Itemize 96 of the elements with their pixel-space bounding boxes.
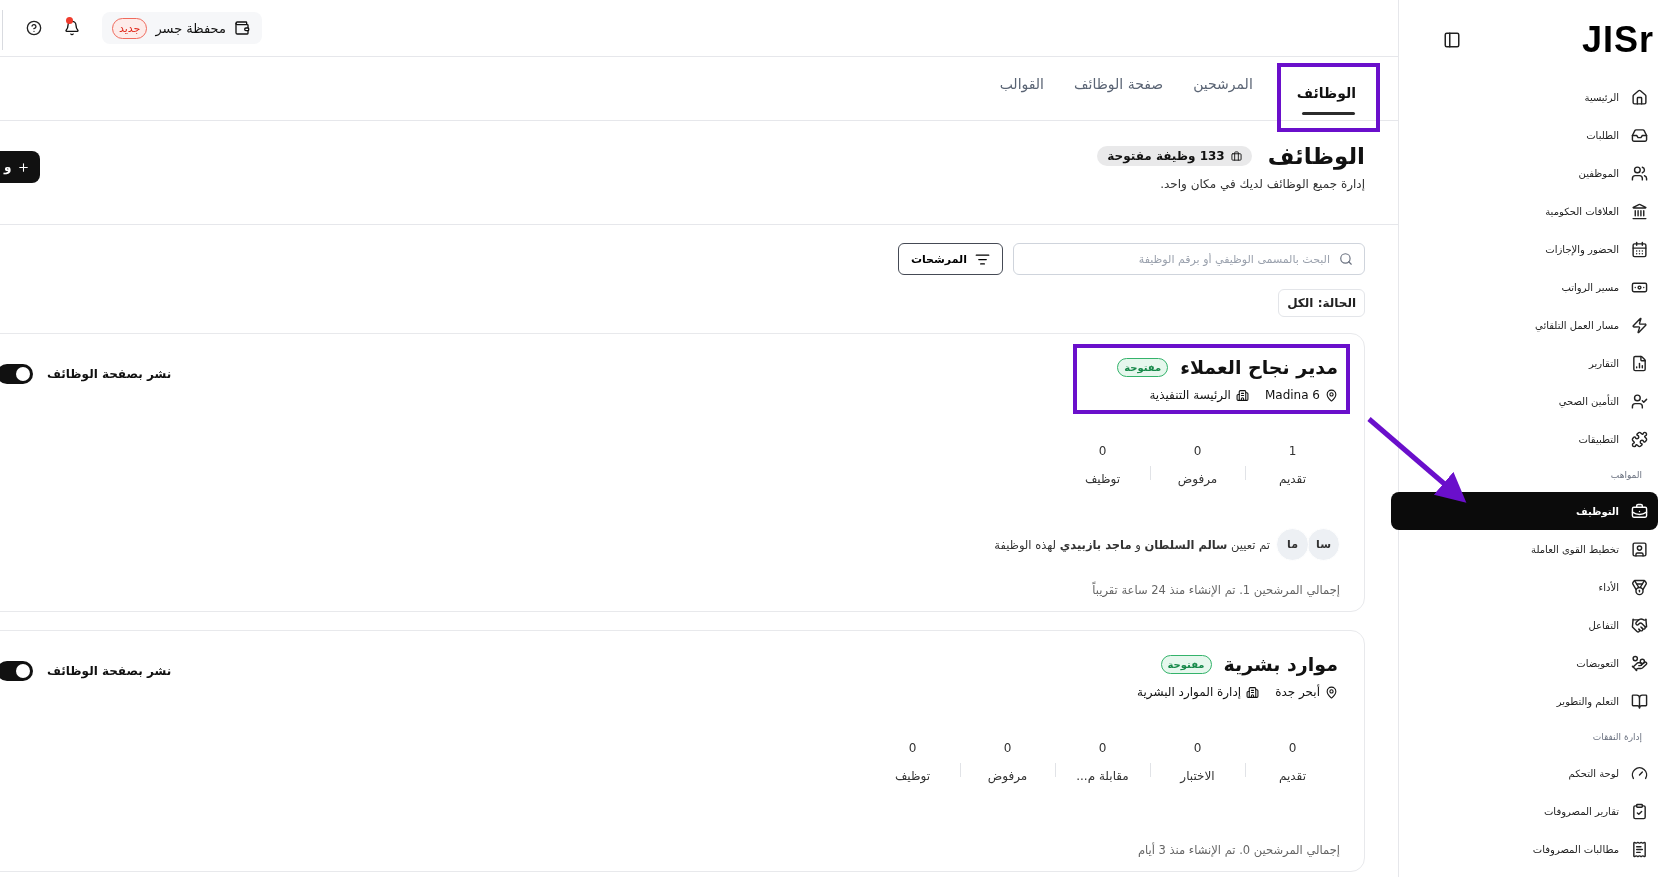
book-icon bbox=[1631, 692, 1648, 710]
sidebar-item[interactable]: مسير الرواتب bbox=[1399, 268, 1658, 306]
stage-count: 0 bbox=[1003, 741, 1012, 755]
sidebar-item[interactable]: التعويضات bbox=[1399, 644, 1658, 682]
bank-icon bbox=[1631, 202, 1648, 220]
job-summary: إجمالي المرشحين 0. تم الإنشاء منذ 3 أيام bbox=[1137, 843, 1340, 857]
new-job-button[interactable]: و bbox=[0, 151, 41, 183]
stage-label: مرفوض bbox=[987, 769, 1028, 783]
puzzle-icon bbox=[1631, 430, 1648, 448]
plus-icon bbox=[17, 160, 31, 174]
wallet-label: محفظة جسر bbox=[155, 20, 226, 36]
sidebar-item[interactable]: التطبيقات bbox=[1399, 420, 1658, 458]
publish-toggle[interactable] bbox=[0, 364, 33, 384]
job-department: إدارة الموارد البشرية bbox=[1137, 685, 1242, 699]
tab[interactable]: صفحة الوظائف bbox=[1072, 57, 1166, 120]
medal-icon bbox=[1631, 578, 1648, 596]
clipboard-check-icon bbox=[1631, 802, 1648, 820]
sidebar-item[interactable]: التفاعل bbox=[1399, 606, 1658, 644]
stage-count: 0 bbox=[1098, 741, 1107, 755]
job-title[interactable]: مدير نجاح العملاء bbox=[1180, 356, 1338, 378]
gauge-icon bbox=[1631, 764, 1648, 782]
calendar-icon bbox=[1631, 240, 1648, 258]
stage-label: توظيف bbox=[894, 769, 931, 783]
tab[interactable]: القوالب bbox=[997, 57, 1046, 120]
stage-label: تقديم bbox=[1279, 769, 1307, 783]
job-location: أبحر جدة bbox=[1275, 685, 1320, 699]
sidebar-item[interactable]: تخطيط القوى العاملة bbox=[1399, 530, 1658, 568]
handshake-icon bbox=[1631, 616, 1648, 634]
sidebar-item[interactable]: لوحة التحكم bbox=[1399, 754, 1658, 792]
tab[interactable]: المرشحين bbox=[1191, 57, 1255, 120]
sidebar-item[interactable]: الرئيسية bbox=[1399, 78, 1658, 116]
location-pin-icon bbox=[1325, 388, 1338, 402]
sidebar-item[interactable]: التأمين الصحي bbox=[1399, 382, 1658, 420]
house-icon bbox=[1631, 88, 1648, 106]
sidebar-section-heading: المواهب bbox=[1609, 469, 1643, 482]
page-subtitle: إدارة جميع الوظائف لديك في مكان واحد. bbox=[1159, 177, 1365, 191]
search-icon bbox=[1339, 252, 1353, 266]
wallet-button[interactable]: محفظة جسر جديد bbox=[102, 12, 262, 44]
lightning-icon bbox=[1631, 316, 1648, 334]
avatar: ما bbox=[1276, 528, 1309, 561]
logo: JISr bbox=[1581, 19, 1654, 61]
panel-toggle-icon[interactable] bbox=[1443, 31, 1461, 49]
job-department: الرئيسة التنفيذية bbox=[1149, 388, 1231, 402]
stage-label: توظيف bbox=[1084, 472, 1121, 486]
new-badge: جديد bbox=[112, 17, 148, 39]
location-pin-icon bbox=[1325, 685, 1338, 699]
publish-toggle[interactable] bbox=[0, 661, 33, 681]
stage-count: 0 bbox=[1288, 741, 1297, 755]
sidebar-item[interactable]: الأداء bbox=[1399, 568, 1658, 606]
stage-label: مقابلة م... bbox=[1076, 769, 1129, 783]
filters-button[interactable]: المرشحات bbox=[897, 243, 1003, 275]
user-card-icon bbox=[1631, 540, 1648, 558]
briefcase-icon bbox=[1631, 502, 1648, 520]
sidebar-item[interactable]: مطالبات المصروفات bbox=[1399, 830, 1658, 868]
job-location: Madina 6 bbox=[1264, 388, 1320, 402]
stage-label: الاختبار bbox=[1180, 769, 1215, 783]
sidebar-item[interactable]: العلاقات الحكومية bbox=[1399, 192, 1658, 230]
stage-count: 1 bbox=[1288, 444, 1297, 458]
hand-coins-icon bbox=[1631, 654, 1648, 672]
avatar: سا bbox=[1307, 528, 1340, 561]
stage-count: 0 bbox=[908, 741, 917, 755]
stage-count: 0 bbox=[1098, 444, 1107, 458]
building-icon bbox=[1235, 388, 1249, 402]
page-title: الوظائف bbox=[1267, 143, 1365, 169]
sidebar-item[interactable]: الحضور والإجازات bbox=[1399, 230, 1658, 268]
sidebar-item[interactable]: التوظيف bbox=[1391, 492, 1658, 530]
sidebar-item[interactable]: مسار العمل التلقائي bbox=[1399, 306, 1658, 344]
sidebar-item[interactable]: التقارير bbox=[1399, 344, 1658, 382]
job-summary: إجمالي المرشحين 1. تم الإنشاء منذ 24 ساعة تقريباً bbox=[1092, 583, 1340, 597]
publish-label: نشر بصفحة الوظائف bbox=[47, 664, 172, 678]
help-icon[interactable] bbox=[26, 20, 42, 36]
bell-icon[interactable] bbox=[64, 20, 80, 36]
open-jobs-badge: 133 وظيفة مفتوحة bbox=[1097, 146, 1252, 166]
wallet-icon bbox=[233, 20, 250, 36]
job-title[interactable]: موارد بشرية bbox=[1223, 653, 1338, 675]
sidebar-item[interactable]: تقارير المصروفات bbox=[1399, 792, 1658, 830]
sidebar-item[interactable]: الموظفين bbox=[1399, 154, 1658, 192]
sidebar-item[interactable]: الطلبات bbox=[1399, 116, 1658, 154]
stage-count: 0 bbox=[1193, 444, 1202, 458]
status-filter-chip[interactable]: الحالة: الكل bbox=[1278, 289, 1365, 317]
users-icon bbox=[1631, 164, 1648, 182]
inbox-icon bbox=[1631, 126, 1648, 144]
user-check-icon bbox=[1631, 392, 1648, 410]
stage-label: تقديم bbox=[1279, 472, 1307, 486]
chart-file-icon bbox=[1631, 354, 1648, 372]
receipt-icon bbox=[1631, 840, 1648, 858]
building-icon bbox=[1246, 685, 1260, 699]
stage-count: 0 bbox=[1193, 741, 1202, 755]
filter-icon bbox=[975, 251, 990, 267]
assignment-text: تم تعيين سالم السلطان و ماجد بازبيدي لهذه الوظيفة bbox=[994, 537, 1270, 552]
status-badge: مفتوحة bbox=[1160, 654, 1212, 674]
sidebar-section-heading: إدارة النفقات bbox=[1591, 731, 1643, 745]
status-badge: مفتوحة bbox=[1117, 357, 1169, 377]
sidebar-item[interactable]: التعلم والتطوير bbox=[1399, 682, 1658, 720]
publish-label: نشر بصفحة الوظائف bbox=[47, 367, 172, 381]
stage-label: مرفوض bbox=[1177, 472, 1218, 486]
